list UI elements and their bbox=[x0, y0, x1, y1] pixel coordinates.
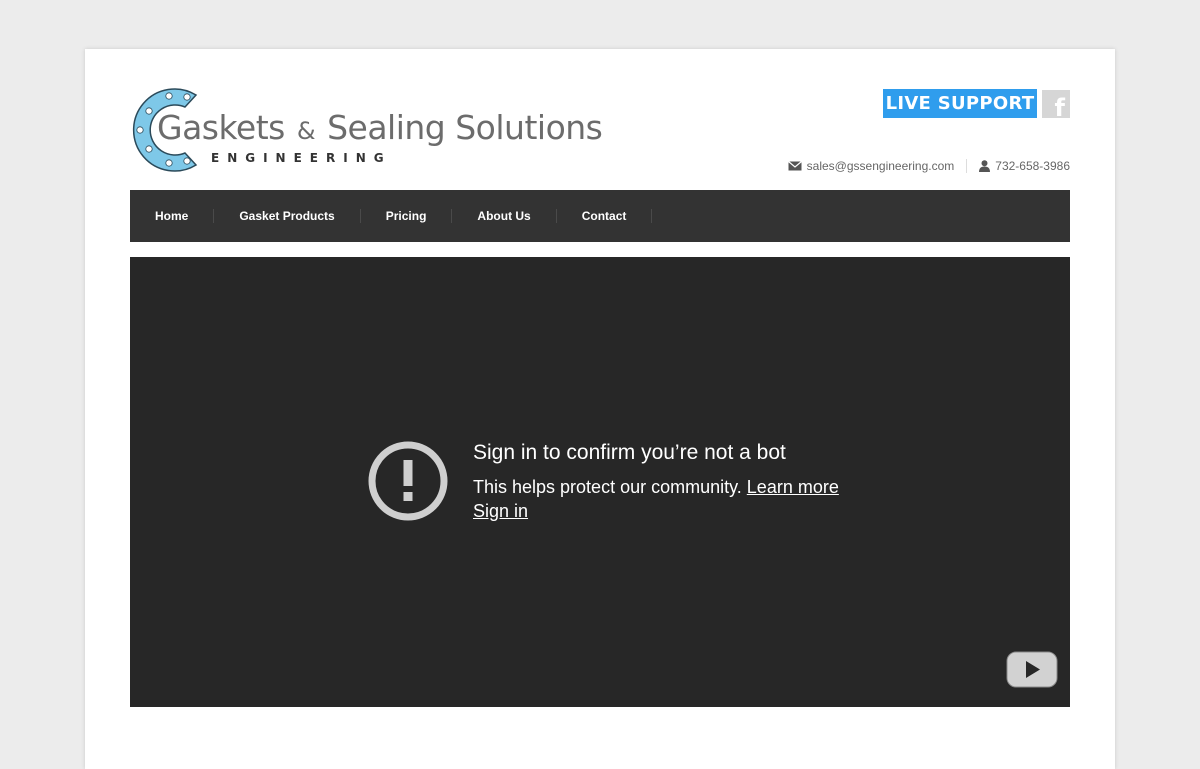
nav-item-contact[interactable]: Contact bbox=[557, 209, 653, 223]
sign-in-link[interactable]: Sign in bbox=[473, 501, 528, 521]
facebook-icon[interactable]: f bbox=[1042, 90, 1070, 118]
bot-check-text: This helps protect our community. bbox=[473, 477, 742, 497]
site-logo[interactable]: Gaskets & Sealing Solutions ENGINEERING bbox=[129, 85, 603, 177]
person-icon bbox=[979, 160, 991, 172]
main-navigation: Home Gasket Products Pricing About Us Co… bbox=[130, 190, 1070, 242]
youtube-play-icon[interactable] bbox=[1006, 651, 1058, 688]
bot-check-description: This helps protect our community. Learn … bbox=[473, 475, 839, 499]
logo-title: Gaskets & Sealing Solutions bbox=[157, 108, 603, 147]
learn-more-link[interactable]: Learn more bbox=[747, 477, 839, 497]
page-container: Gaskets & Sealing Solutions ENGINEERING … bbox=[85, 49, 1115, 769]
nav-item-gasket-products[interactable]: Gasket Products bbox=[214, 209, 361, 223]
live-support-button[interactable]: LIVE SUPPORT bbox=[883, 89, 1037, 118]
phone-number: 732-658-3986 bbox=[995, 159, 1070, 173]
contact-info: sales@gssengineering.com 732-658-3986 bbox=[787, 159, 1070, 173]
embedded-video-player[interactable]: Sign in to confirm you’re not a bot This… bbox=[130, 257, 1070, 707]
exclamation-circle-icon bbox=[368, 441, 448, 521]
logo-title-part1: Gaskets bbox=[157, 108, 285, 147]
nav-item-home[interactable]: Home bbox=[130, 209, 215, 223]
bot-check-message: Sign in to confirm you’re not a bot This… bbox=[473, 440, 839, 523]
logo-title-ampersand: & bbox=[296, 117, 316, 145]
envelope-icon bbox=[787, 161, 802, 171]
logo-title-part2: Sealing Solutions bbox=[327, 108, 603, 147]
nav-item-pricing[interactable]: Pricing bbox=[361, 209, 453, 223]
bot-check-title: Sign in to confirm you’re not a bot bbox=[473, 441, 786, 464]
email-link[interactable]: sales@gssengineering.com bbox=[807, 159, 955, 173]
email-contact[interactable]: sales@gssengineering.com bbox=[787, 159, 955, 173]
contact-divider bbox=[966, 159, 968, 173]
sign-in-line: Sign in bbox=[473, 499, 839, 523]
phone-contact: 732-658-3986 bbox=[979, 159, 1070, 173]
facebook-glyph: f bbox=[1054, 94, 1065, 118]
nav-item-about-us[interactable]: About Us bbox=[452, 209, 557, 223]
logo-subtitle: ENGINEERING bbox=[211, 151, 392, 165]
